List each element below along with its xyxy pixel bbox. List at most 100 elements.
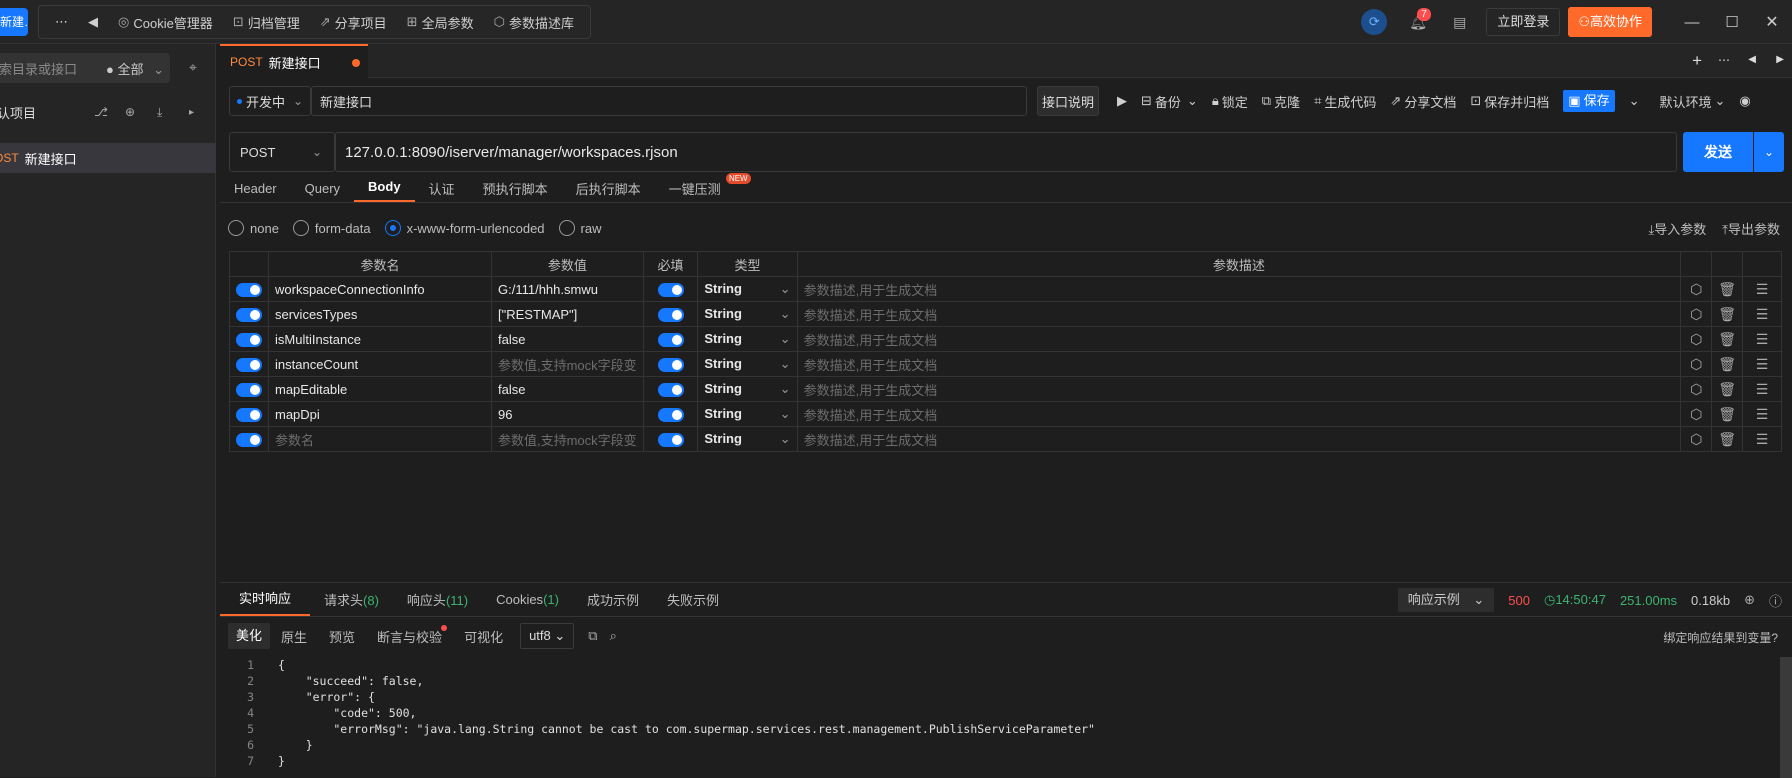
save-button[interactable]: ▣ 保存 [1563,90,1615,112]
cube-icon[interactable]: ⬡ [1680,376,1713,402]
param-desc-cell[interactable]: 参数描述,用于生成文档 [796,426,1682,452]
drag-handle-icon[interactable]: ☰ [1742,326,1782,352]
project-row[interactable]: 默认项目 ⎇ ⊕ ⤓ ▸ [0,100,216,124]
tab-new-api[interactable]: POST 新建接口 [220,44,368,78]
param-name-cell[interactable]: 参数名 [268,426,492,452]
expand-icon[interactable]: ▸ [189,107,194,118]
global-params-button[interactable]: ⊞ 全局参数 [399,8,482,36]
delete-icon[interactable]: 🗑︎ [1711,426,1744,452]
param-value-cell[interactable]: G:/111/hhh.smwu [490,276,644,302]
tab-query[interactable]: Query [291,181,354,196]
cube-icon[interactable]: ⬡ [1680,401,1713,427]
param-value-cell[interactable]: ["RESTMAP"] [490,301,644,327]
required-toggle-switch[interactable] [657,382,684,397]
tab-more-icon[interactable]: ⋯ [1718,53,1730,67]
drag-handle-icon[interactable]: ☰ [1742,276,1782,302]
generate-code-button[interactable]: ⌗ 生成代码 [1314,92,1376,111]
type-select[interactable]: String ⌄ [697,301,798,327]
cube-icon[interactable]: ⬡ [1680,276,1713,302]
required-toggle[interactable] [642,376,699,402]
enable-toggle-switch[interactable] [236,357,262,372]
cookie-manager-button[interactable]: ◎ Cookie管理器 [110,8,221,36]
required-toggle-switch[interactable] [657,307,684,322]
import-params-button[interactable]: ⤓导入参数 [1648,219,1706,238]
tab-post-script[interactable]: 后执行脚本 [562,179,655,198]
enable-toggle-switch[interactable] [236,307,262,322]
run-button[interactable]: ▶ [1117,93,1127,109]
new-button[interactable]: 新建… [0,8,28,36]
enable-toggle[interactable] [229,276,269,302]
radio-urlencoded[interactable]: x-www-form-urlencoded [384,220,545,236]
env-select[interactable]: 默认环境 ⌄ [1659,92,1725,111]
param-desc-cell[interactable]: 参数描述,用于生成文档 [796,351,1682,377]
enable-toggle[interactable] [229,326,269,352]
required-toggle[interactable] [642,301,699,327]
maximize-icon[interactable]: ☐ [1712,13,1752,31]
clone-button[interactable]: ⧉ 克隆 [1262,92,1300,111]
drag-handle-icon[interactable]: ☰ [1742,376,1782,402]
type-select[interactable]: String ⌄ [697,426,798,452]
enable-toggle[interactable] [229,301,269,327]
type-select[interactable]: String ⌄ [697,276,798,302]
delete-icon[interactable]: 🗑︎ [1711,376,1744,402]
example-select[interactable]: 响应示例 ⌄ [1397,588,1495,612]
tab-prev-icon[interactable]: ◀ [1748,54,1756,65]
param-value-cell[interactable]: 96 [490,401,644,427]
drag-handle-icon[interactable]: ☰ [1742,301,1782,327]
tab-auth[interactable]: 认证 [415,179,469,198]
filter-select[interactable]: ● 全部 ⌄ [106,59,164,78]
param-value-cell[interactable]: false [490,326,644,352]
param-name-cell[interactable]: isMultiInstance [268,326,492,352]
info-icon[interactable]: ⓘ [1769,591,1782,610]
tab-fail-example[interactable]: 失败示例 [653,590,733,609]
locate-icon[interactable]: ⌖ [189,59,197,76]
delete-icon[interactable]: 🗑︎ [1711,351,1744,377]
view-pretty[interactable]: 美化 [228,623,271,649]
param-library-button[interactable]: ⬡ 参数描述库 [486,8,582,36]
param-desc-cell[interactable]: 参数描述,用于生成文档 [796,326,1682,352]
document-icon[interactable]: ▤ [1453,14,1466,31]
enable-toggle[interactable] [229,401,269,427]
drag-handle-icon[interactable]: ☰ [1742,426,1782,452]
required-toggle-switch[interactable] [657,282,684,297]
cube-icon[interactable]: ⬡ [1680,426,1713,452]
param-desc-cell[interactable]: 参数描述,用于生成文档 [796,376,1682,402]
type-select[interactable]: String ⌄ [697,351,798,377]
collab-button[interactable]: ⚇高效协作 [1568,7,1652,37]
status-select[interactable]: 开发中 ⌄ [229,86,311,116]
delete-icon[interactable]: 🗑︎ [1711,276,1744,302]
close-icon[interactable]: ✕ [1752,12,1792,32]
new-folder-icon[interactable]: ⊕ [125,105,135,119]
backup-button[interactable]: ⊟ 备份 ⌄ [1141,92,1198,111]
enable-toggle-switch[interactable] [236,282,262,297]
param-desc-cell[interactable]: 参数描述,用于生成文档 [796,276,1682,302]
tab-response-headers[interactable]: 响应头(11) [393,590,482,609]
delete-icon[interactable]: 🗑︎ [1711,401,1744,427]
enable-toggle-switch[interactable] [236,332,262,347]
notification-button[interactable]: 🔔︎ 7 [1409,7,1431,31]
enable-toggle[interactable] [229,351,269,377]
required-toggle[interactable] [642,401,699,427]
drag-handle-icon[interactable]: ☰ [1742,401,1782,427]
param-name-cell[interactable]: servicesTypes [268,301,492,327]
enable-toggle[interactable] [229,426,269,452]
view-preview[interactable]: 预览 [318,627,366,646]
share-project-button[interactable]: ⇗ 分享项目 [312,8,395,36]
tab-next-icon[interactable]: ▶ [1776,54,1784,65]
enable-toggle-switch[interactable] [236,407,262,422]
eye-icon[interactable]: ◉ [1739,93,1750,109]
minimize-icon[interactable]: — [1672,14,1712,31]
back-button[interactable]: ◀ [80,8,106,36]
delete-icon[interactable]: 🗑︎ [1711,301,1744,327]
required-toggle[interactable] [642,276,699,302]
cube-icon[interactable]: ⬡ [1680,301,1713,327]
sidebar-item-new-api[interactable]: POST 新建接口 [0,143,216,173]
enable-toggle-switch[interactable] [236,382,262,397]
param-name-cell[interactable]: mapEditable [268,376,492,402]
radio-none[interactable]: none [228,220,279,236]
lock-button[interactable]: 🔒︎ 锁定 [1212,92,1248,111]
param-desc-cell[interactable]: 参数描述,用于生成文档 [796,301,1682,327]
type-select[interactable]: String ⌄ [697,401,798,427]
login-button[interactable]: 立即登录 [1486,8,1561,36]
share-doc-button[interactable]: ⇗ 分享文档 [1390,92,1456,111]
